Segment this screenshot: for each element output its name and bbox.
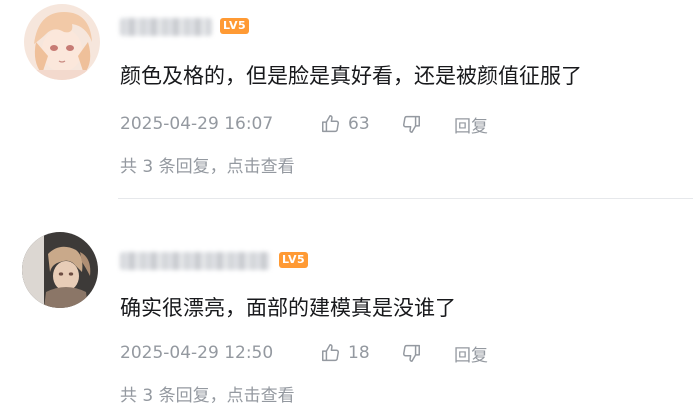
like-button[interactable]: 18 <box>320 342 400 364</box>
username[interactable] <box>120 18 212 36</box>
comment-text: 确实很漂亮，面部的建模真是没谁了 <box>120 296 456 320</box>
reply-button[interactable]: 回复 <box>454 112 488 137</box>
dislike-button[interactable] <box>400 342 454 364</box>
thumbs-up-icon <box>322 344 339 362</box>
anime-avatar-icon <box>24 4 100 80</box>
like-button[interactable]: 63 <box>320 113 400 135</box>
username[interactable] <box>120 252 270 270</box>
thumbs-up-icon <box>322 115 339 133</box>
view-replies-link[interactable]: 共 3 条回复，点击查看 <box>120 381 295 406</box>
level-badge: LV5 <box>220 18 250 34</box>
comment-item: LV5 颜色及格的，但是脸是真好看，还是被颜值征服了 2025-04-29 16… <box>0 0 693 198</box>
timestamp: 2025-04-29 16:07 <box>120 114 274 134</box>
thumbs-down-icon <box>403 115 420 133</box>
timestamp: 2025-04-29 12:50 <box>120 343 274 363</box>
dislike-button[interactable] <box>400 113 454 135</box>
reply-button[interactable]: 回复 <box>454 341 488 366</box>
thumbs-down-icon <box>403 344 420 362</box>
level-badge: LV5 <box>279 252 309 268</box>
anime-avatar-icon <box>22 232 98 308</box>
comment-meta: 2025-04-29 16:07 63 回复 <box>120 112 488 137</box>
avatar[interactable] <box>22 232 98 308</box>
like-count: 18 <box>348 343 370 363</box>
view-replies-link[interactable]: 共 3 条回复，点击查看 <box>120 152 295 177</box>
comment-meta: 2025-04-29 12:50 18 回复 <box>120 341 488 366</box>
like-count: 63 <box>348 114 370 134</box>
avatar[interactable] <box>24 4 100 80</box>
comment-divider <box>118 198 693 199</box>
comment-text: 颜色及格的，但是脸是真好看，还是被颜值征服了 <box>120 64 582 88</box>
comment-item: LV5 确实很漂亮，面部的建模真是没谁了 2025-04-29 12:50 18… <box>0 200 693 416</box>
